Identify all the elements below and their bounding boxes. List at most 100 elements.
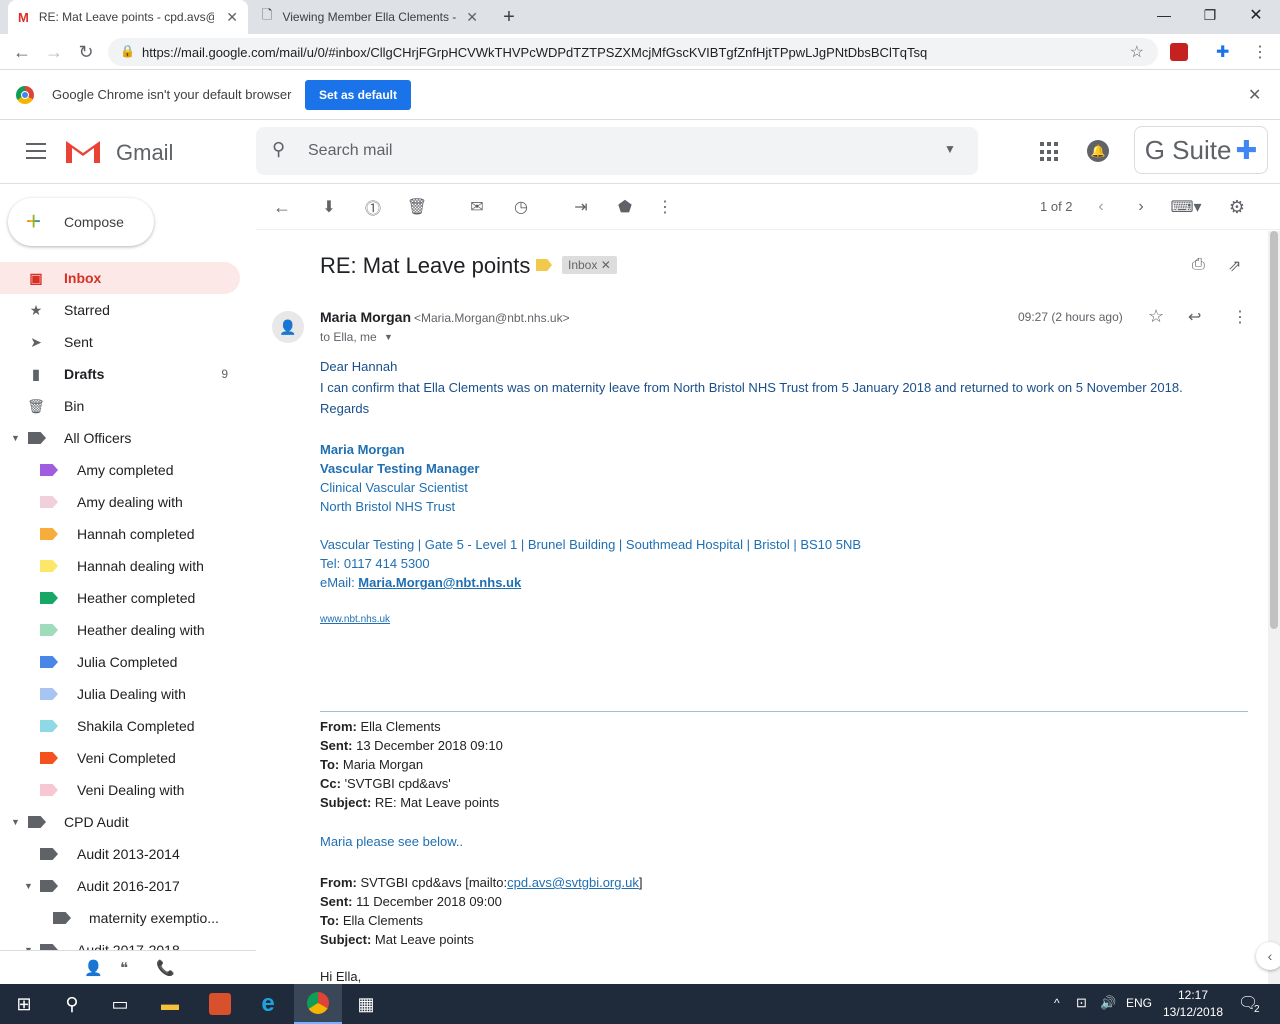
network-icon[interactable]: ⊡ bbox=[1076, 995, 1087, 1011]
open-new-window-icon[interactable]: ⇗ bbox=[1228, 256, 1241, 276]
inbox-label-chip[interactable]: Inbox ✕ bbox=[562, 256, 617, 274]
sidebar-item-veni-completed[interactable]: Veni Completed bbox=[0, 742, 240, 774]
browser-tab-member[interactable]: 🗋 Viewing Member Ella Clements - ✕ bbox=[252, 0, 488, 34]
sidebar-item-audit-2016[interactable]: ▼ Audit 2016-2017 bbox=[0, 870, 240, 902]
sidebar-item-all-officers[interactable]: ▼ All Officers bbox=[0, 422, 240, 454]
sidebar-item-sent[interactable]: ➤ Sent bbox=[0, 326, 240, 358]
extension-icon[interactable] bbox=[1170, 43, 1188, 61]
sidebar-item-amy-completed[interactable]: Amy completed bbox=[0, 454, 240, 486]
reply-icon[interactable]: ↩ bbox=[1188, 307, 1201, 327]
notifications-icon[interactable]: 🔔 bbox=[1087, 140, 1109, 162]
sidebar-item-julia-completed[interactable]: Julia Completed bbox=[0, 646, 240, 678]
back-icon[interactable]: ← bbox=[10, 40, 34, 64]
phone-icon[interactable]: 📞 bbox=[156, 959, 175, 977]
more-icon[interactable]: ⋮ bbox=[654, 196, 676, 218]
snooze-icon[interactable]: ◷ bbox=[510, 196, 532, 218]
calculator-icon[interactable]: ▦ bbox=[342, 984, 390, 1024]
apps-grid-icon[interactable] bbox=[1040, 142, 1060, 162]
collapse-caret-icon[interactable]: ▼ bbox=[11, 433, 20, 443]
sidebar-item-julia-dealing[interactable]: Julia Dealing with bbox=[0, 678, 240, 710]
quote-email-link[interactable]: cpd.avs@svtgbi.org.uk bbox=[507, 875, 639, 890]
sidebar-item-hannah-completed[interactable]: Hannah completed bbox=[0, 518, 240, 550]
file-explorer-icon[interactable]: ▬ bbox=[146, 984, 194, 1024]
settings-gear-icon[interactable]: ⚙ bbox=[1226, 196, 1248, 218]
taskbar-search-icon[interactable]: ⚲ bbox=[48, 984, 96, 1024]
hangouts-icon[interactable]: ❝ bbox=[120, 959, 128, 977]
importance-marker-icon[interactable] bbox=[536, 259, 552, 271]
archive-icon[interactable]: ⬇ bbox=[318, 196, 340, 218]
print-icon[interactable]: ⎙ bbox=[1192, 256, 1205, 274]
minimize-icon[interactable]: — bbox=[1141, 0, 1187, 30]
back-to-inbox-icon[interactable]: ← bbox=[271, 196, 293, 218]
labels-icon[interactable]: ⬟ bbox=[614, 196, 636, 218]
address-bar[interactable]: 🔒 https://mail.google.com/mail/u/0/#inbo… bbox=[108, 38, 1158, 66]
sidebar-item-maternity-exemption[interactable]: maternity exemptio... bbox=[0, 902, 240, 934]
sidebar-item-veni-dealing[interactable]: Veni Dealing with bbox=[0, 774, 240, 806]
sidebar-item-drafts[interactable]: ▮ Drafts 9 bbox=[0, 358, 240, 390]
task-view-icon[interactable]: ▭ bbox=[96, 984, 144, 1024]
chrome-taskbar-icon[interactable] bbox=[294, 984, 342, 1024]
star-message-icon[interactable]: ☆ bbox=[1148, 306, 1164, 327]
sidebar-item-amy-dealing[interactable]: Amy dealing with bbox=[0, 486, 240, 518]
search-icon[interactable]: ⚲ bbox=[272, 139, 285, 160]
close-infobar-icon[interactable]: ✕ bbox=[1248, 85, 1261, 105]
extension-cross-icon[interactable]: ✚ bbox=[1216, 42, 1229, 62]
gmail-logo-icon[interactable] bbox=[64, 137, 102, 165]
close-window-icon[interactable]: ✕ bbox=[1233, 0, 1279, 30]
sidebar-item-audit-2013[interactable]: Audit 2013-2014 bbox=[0, 838, 240, 870]
sidebar-item-bin[interactable]: 🗑 Bin bbox=[0, 390, 240, 422]
sidebar-item-shakila-completed[interactable]: Shakila Completed bbox=[0, 710, 240, 742]
chrome-menu-icon[interactable]: ⋮ bbox=[1252, 42, 1268, 62]
internet-explorer-icon[interactable]: e bbox=[244, 984, 292, 1024]
bookmark-star-icon[interactable]: ☆ bbox=[1130, 42, 1144, 62]
message-scrollbar[interactable] bbox=[1268, 231, 1280, 984]
input-tools-icon[interactable]: ⌨▾ bbox=[1168, 196, 1204, 218]
older-icon[interactable]: › bbox=[1130, 196, 1152, 218]
delete-icon[interactable]: 🗑 bbox=[406, 196, 428, 218]
browser-tab-gmail[interactable]: M RE: Mat Leave points - cpd.avs@ ✕ bbox=[8, 0, 248, 34]
scrollbar-thumb[interactable] bbox=[1270, 231, 1278, 629]
app-icon[interactable] bbox=[196, 984, 244, 1024]
remove-label-icon[interactable]: ✕ bbox=[601, 258, 611, 272]
avatar[interactable]: 👤 bbox=[272, 311, 304, 343]
show-hidden-icons[interactable]: ^ bbox=[1054, 996, 1060, 1010]
close-tab-icon[interactable]: ✕ bbox=[226, 9, 238, 26]
sidebar-item-heather-dealing[interactable]: Heather dealing with bbox=[0, 614, 240, 646]
infobar-message: Google Chrome isn't your default browser bbox=[52, 87, 292, 102]
restore-icon[interactable]: ❐ bbox=[1187, 0, 1233, 30]
sender-name[interactable]: Maria Morgan bbox=[320, 309, 411, 325]
sidebar-item-hannah-dealing[interactable]: Hannah dealing with bbox=[0, 550, 240, 582]
signature-web-link[interactable]: www.nbt.nhs.uk bbox=[320, 614, 390, 625]
set-as-default-button[interactable]: Set as default bbox=[305, 80, 411, 110]
message-more-icon[interactable]: ⋮ bbox=[1232, 307, 1248, 327]
newer-icon[interactable]: ‹ bbox=[1090, 196, 1112, 218]
search-options-icon[interactable]: ▼ bbox=[944, 142, 956, 156]
search-input[interactable]: Search mail bbox=[308, 142, 392, 160]
close-tab-icon[interactable]: ✕ bbox=[466, 9, 478, 26]
move-to-icon[interactable]: ⇥ bbox=[570, 196, 592, 218]
windows-start-icon[interactable]: ⊞ bbox=[0, 984, 48, 1024]
collapse-caret-icon[interactable]: ▼ bbox=[24, 881, 33, 891]
clock-date[interactable]: 13/12/2018 bbox=[1163, 1005, 1223, 1019]
sidebar-item-cpd-audit[interactable]: ▼ CPD Audit bbox=[0, 806, 240, 838]
sidebar-item-heather-completed[interactable]: Heather completed bbox=[0, 582, 240, 614]
side-panel-toggle-icon[interactable]: ‹ bbox=[1256, 942, 1280, 970]
contacts-icon[interactable]: 👤 bbox=[84, 959, 103, 977]
gsuite-account-button[interactable]: G Suite ✚ bbox=[1134, 126, 1268, 174]
compose-button[interactable]: + Compose bbox=[8, 198, 154, 246]
collapse-caret-icon[interactable]: ▼ bbox=[11, 817, 20, 827]
sidebar-item-inbox[interactable]: ▣ Inbox bbox=[0, 262, 240, 294]
signature-email-link[interactable]: Maria.Morgan@nbt.nhs.uk bbox=[358, 575, 521, 590]
main-menu-icon[interactable] bbox=[26, 143, 46, 159]
reload-icon[interactable]: ↻ bbox=[74, 40, 98, 64]
report-spam-icon[interactable]: ⓵ bbox=[362, 196, 384, 218]
sidebar-item-starred[interactable]: ★ Starred bbox=[0, 294, 240, 326]
mark-unread-icon[interactable]: ✉ bbox=[466, 196, 488, 218]
new-tab-icon[interactable]: + bbox=[498, 6, 520, 28]
language-indicator[interactable]: ENG bbox=[1126, 996, 1152, 1010]
clock-time[interactable]: 12:17 bbox=[1178, 988, 1208, 1002]
forward-icon[interactable]: → bbox=[42, 40, 66, 64]
volume-icon[interactable]: 🔊 bbox=[1100, 995, 1116, 1011]
search-bar[interactable]: ⚲ Search mail ▼ bbox=[256, 127, 978, 175]
show-details-icon[interactable]: ▼ bbox=[384, 332, 393, 342]
